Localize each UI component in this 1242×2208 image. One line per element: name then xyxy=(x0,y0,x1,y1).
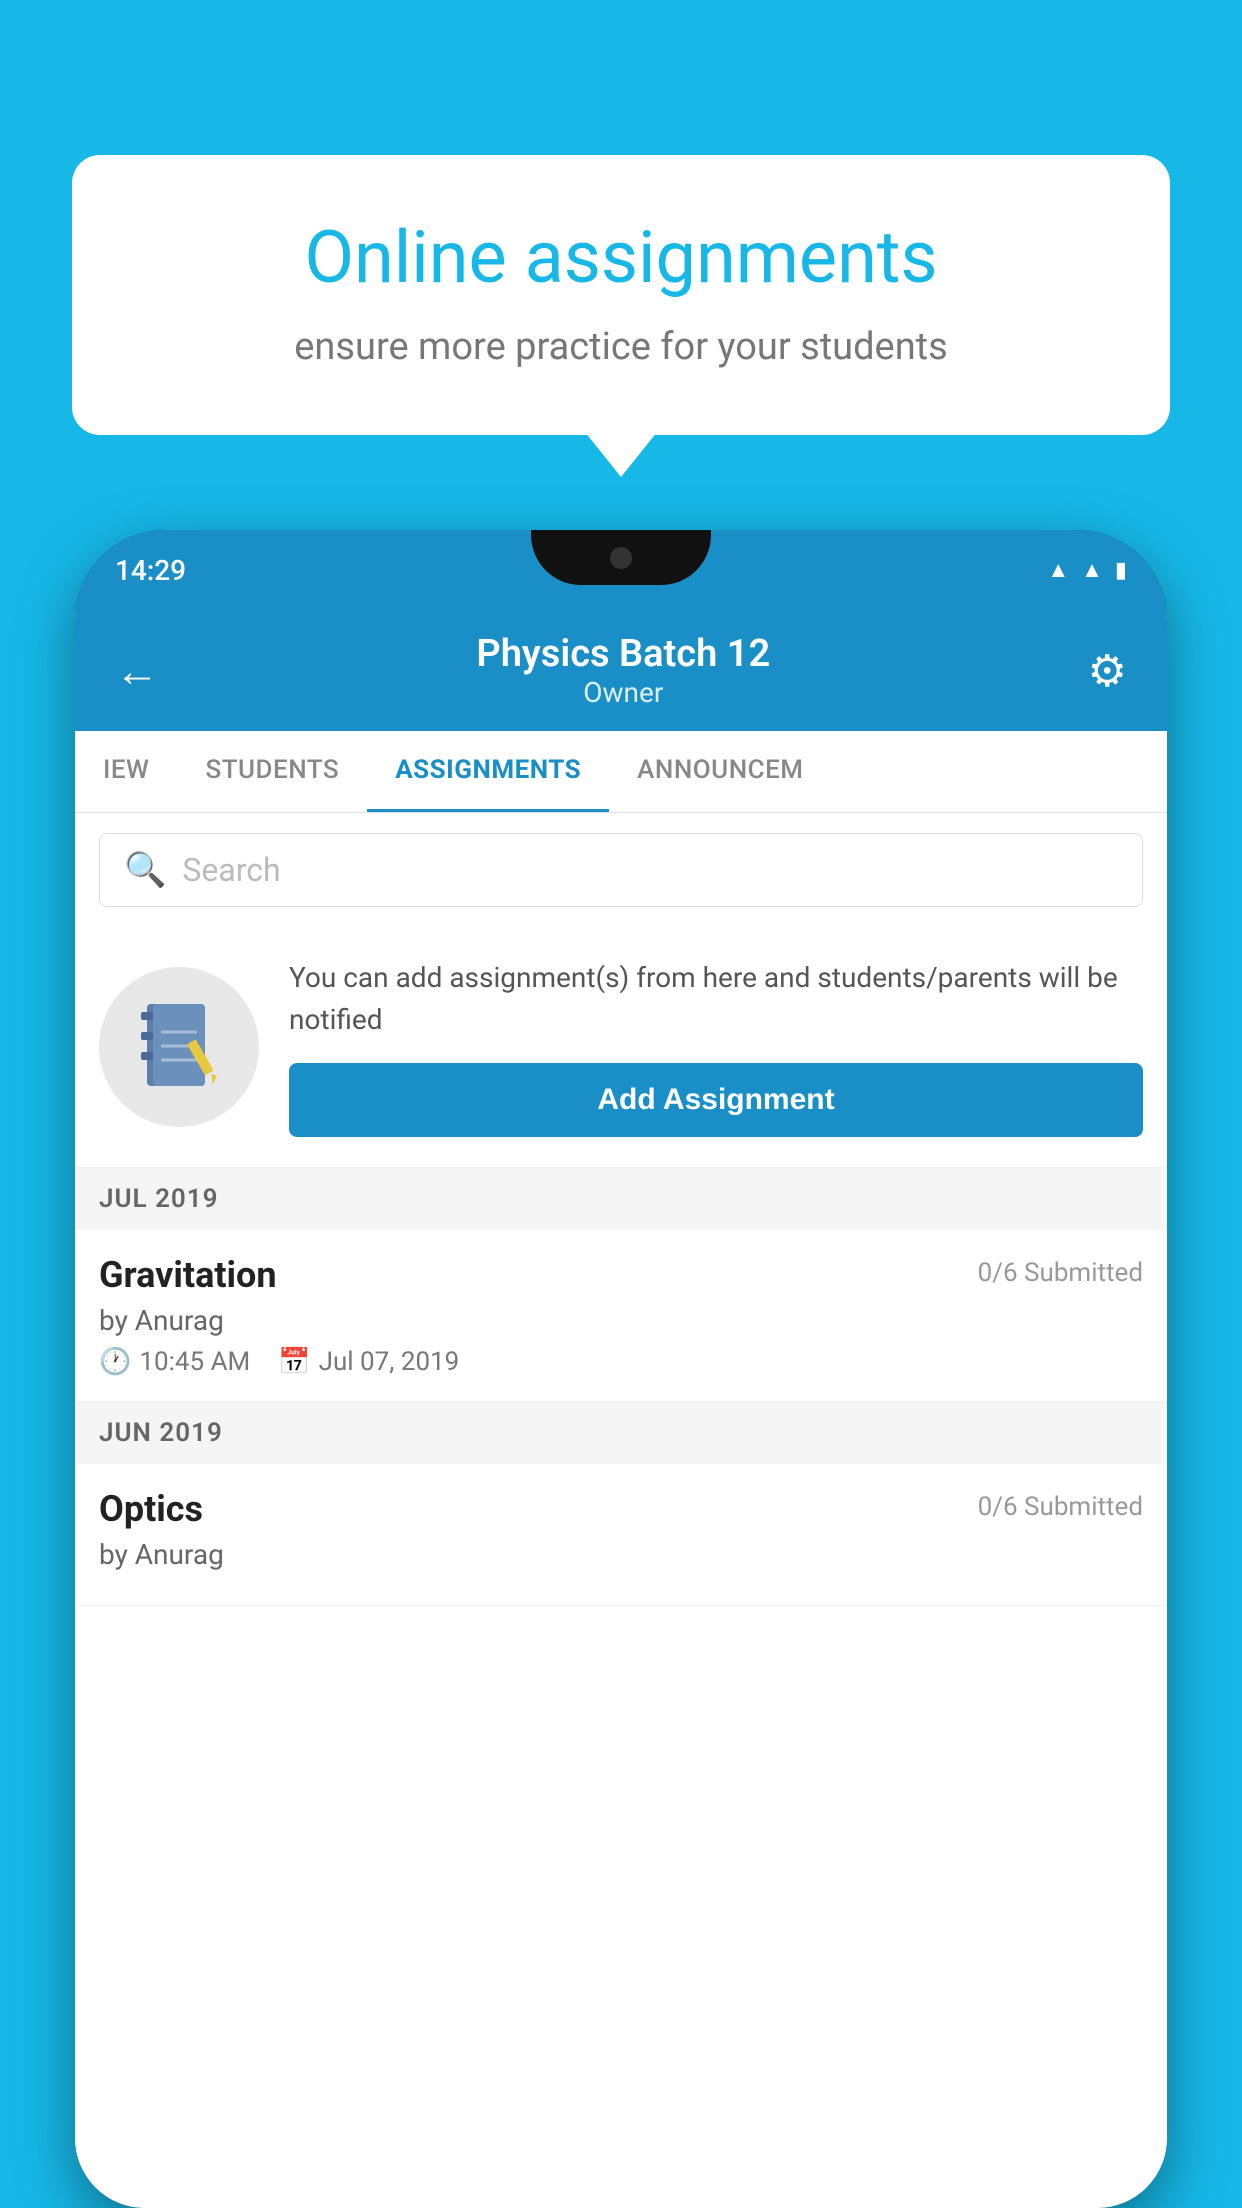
scroll-content[interactable]: 🔍 Search xyxy=(75,813,1167,2208)
settings-icon[interactable]: ⚙ xyxy=(1088,645,1127,697)
header-title: Physics Batch 12 xyxy=(476,632,770,676)
tab-assignments[interactable]: ASSIGNMENTS xyxy=(367,731,609,812)
assignment-submitted-optics: 0/6 Submitted xyxy=(978,1492,1143,1522)
promo-right: You can add assignment(s) from here and … xyxy=(289,957,1143,1137)
tab-students[interactable]: STUDENTS xyxy=(177,731,367,812)
speech-bubble-section: Online assignments ensure more practice … xyxy=(72,155,1170,435)
camera-dot xyxy=(610,547,632,569)
promo-icon-circle xyxy=(99,967,259,1127)
speech-bubble-subtitle: ensure more practice for your students xyxy=(142,321,1100,374)
phone-notch xyxy=(531,530,711,585)
tab-iew[interactable]: IEW xyxy=(75,731,177,812)
section-header-jun: JUN 2019 xyxy=(75,1402,1167,1464)
app-content: ← Physics Batch 12 Owner ⚙ IEW STUDENTS … xyxy=(75,610,1167,2208)
assignment-date-gravitation: Jul 07, 2019 xyxy=(319,1347,460,1377)
status-icons: ▲ ▲ ▮ xyxy=(1047,557,1127,583)
signal-icon: ▲ xyxy=(1081,557,1103,583)
assignment-time-gravitation: 10:45 AM xyxy=(139,1347,250,1377)
assignment-item-optics[interactable]: Optics 0/6 Submitted by Anurag xyxy=(75,1464,1167,1606)
speech-bubble: Online assignments ensure more practice … xyxy=(72,155,1170,435)
promo-text: You can add assignment(s) from here and … xyxy=(289,957,1143,1041)
header-center: Physics Batch 12 Owner xyxy=(476,632,770,709)
search-placeholder-text: Search xyxy=(182,851,280,889)
notebook-svg-icon xyxy=(139,1002,219,1092)
assignment-item-gravitation[interactable]: Gravitation 0/6 Submitted by Anurag 🕐 10… xyxy=(75,1230,1167,1402)
phone-frame: 14:29 ▲ ▲ ▮ ← Physics Batch 12 Owner ⚙ I… xyxy=(75,530,1167,2208)
tab-announcements[interactable]: ANNOUNCEM xyxy=(609,731,831,812)
assignment-meta-gravitation: 🕐 10:45 AM 📅 Jul 07, 2019 xyxy=(99,1347,1143,1377)
tabs-bar: IEW STUDENTS ASSIGNMENTS ANNOUNCEM xyxy=(75,731,1167,813)
add-assignment-promo: You can add assignment(s) from here and … xyxy=(75,927,1167,1168)
search-bar-container: 🔍 Search xyxy=(75,813,1167,927)
add-assignment-button[interactable]: Add Assignment xyxy=(289,1063,1143,1137)
assignment-author-optics: by Anurag xyxy=(99,1538,1143,1571)
assignment-author-gravitation: by Anurag xyxy=(99,1304,1143,1337)
speech-bubble-title: Online assignments xyxy=(142,215,1100,301)
assignment-row-top: Gravitation 0/6 Submitted xyxy=(99,1254,1143,1296)
section-header-jul: JUL 2019 xyxy=(75,1168,1167,1230)
search-icon: 🔍 xyxy=(124,850,166,890)
meta-time-gravitation: 🕐 10:45 AM xyxy=(99,1347,250,1377)
back-button[interactable]: ← xyxy=(115,645,159,697)
calendar-icon-gravitation: 📅 xyxy=(278,1347,310,1377)
wifi-icon: ▲ xyxy=(1047,557,1069,583)
search-bar[interactable]: 🔍 Search xyxy=(99,833,1143,907)
status-time: 14:29 xyxy=(115,554,186,587)
status-bar: 14:29 ▲ ▲ ▮ xyxy=(75,530,1167,610)
meta-date-gravitation: 📅 Jul 07, 2019 xyxy=(278,1347,459,1377)
header-subtitle: Owner xyxy=(476,676,770,709)
clock-icon-gravitation: 🕐 xyxy=(99,1347,131,1377)
assignment-submitted-gravitation: 0/6 Submitted xyxy=(978,1258,1143,1288)
battery-icon: ▮ xyxy=(1115,558,1127,583)
app-header: ← Physics Batch 12 Owner ⚙ xyxy=(75,610,1167,731)
assignment-title-optics: Optics xyxy=(99,1488,203,1530)
assignment-title-gravitation: Gravitation xyxy=(99,1254,277,1296)
assignment-row-top-optics: Optics 0/6 Submitted xyxy=(99,1488,1143,1530)
